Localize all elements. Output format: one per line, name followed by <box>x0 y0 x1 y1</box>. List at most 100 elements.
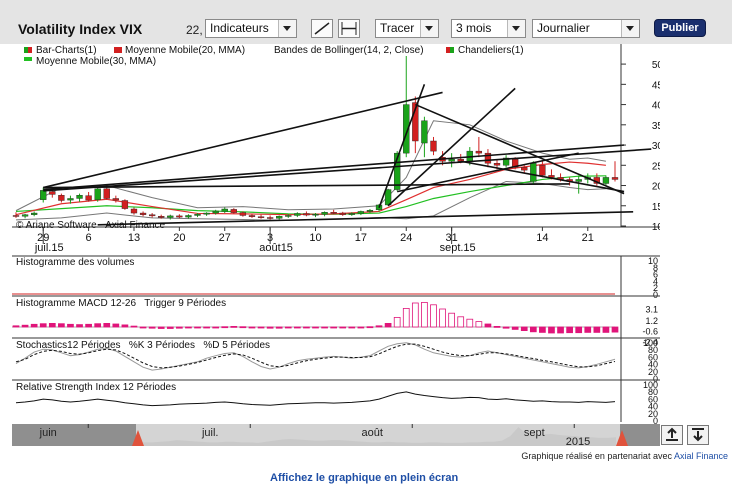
x-tick-label: 17 <box>355 232 367 244</box>
candle-body <box>575 179 582 182</box>
candle-body <box>12 215 20 217</box>
legend-swatch-mma20 <box>114 47 122 53</box>
footer-link[interactable]: Axial Finance <box>674 451 728 461</box>
candle-body <box>421 120 428 144</box>
macd-bar <box>284 326 292 329</box>
candle-body <box>194 214 201 216</box>
page-title: Volatility Index VIX <box>18 21 143 37</box>
x-tick-label: 24 <box>400 232 412 244</box>
candle-body <box>158 216 165 218</box>
time-navigator[interactable]: juin juil. août sept 2015 <box>12 424 660 448</box>
macd-bar <box>176 326 183 329</box>
zoom-in-button[interactable] <box>661 425 683 445</box>
period-select[interactable]: 3 mois <box>451 19 526 38</box>
macd-bar <box>330 326 338 329</box>
macd-bar <box>393 316 401 328</box>
candle-body <box>112 198 119 201</box>
horizontal-line-tool-button[interactable] <box>338 19 360 38</box>
macd-bar <box>257 326 265 329</box>
indicators-dropdown[interactable]: Indicateurs <box>205 19 297 38</box>
macd-bar <box>511 326 519 330</box>
macd-bar <box>457 316 465 328</box>
chevron-down-icon <box>507 20 525 37</box>
candle-body <box>221 208 228 212</box>
candle-body <box>321 212 328 215</box>
interval-select[interactable]: Journalier <box>532 19 640 38</box>
candle-body <box>85 195 92 201</box>
candle-body <box>176 215 183 218</box>
macd-bar <box>203 326 210 329</box>
macd-bar <box>166 326 174 329</box>
macd-bar <box>139 326 147 329</box>
draw-dropdown[interactable]: Tracer <box>375 19 439 38</box>
macd-bar <box>21 324 29 328</box>
candle-body <box>239 212 247 216</box>
macd-bar <box>239 326 247 329</box>
candle-body <box>40 190 47 200</box>
candle-body <box>384 189 392 206</box>
candle-body <box>203 212 210 215</box>
macd-bar <box>411 302 419 328</box>
macd-bar <box>94 323 102 328</box>
macd-bar <box>475 321 483 328</box>
candle-body <box>285 215 292 217</box>
x-tick-label: 10 <box>309 232 321 244</box>
y-tick-label: 45 <box>652 80 660 91</box>
navigator-chart[interactable]: juin juil. août sept 2015 <box>12 424 660 448</box>
macd-bar <box>375 325 383 328</box>
macd-bar <box>293 326 301 329</box>
candle-body <box>103 188 110 199</box>
candle-body <box>330 212 337 214</box>
candle-body <box>230 209 237 213</box>
macd-bar <box>502 326 510 329</box>
fullscreen-link[interactable]: Affichez le graphique en plein écran <box>270 472 458 484</box>
candle-body <box>76 195 83 199</box>
trendline-tool-button[interactable] <box>311 19 333 38</box>
macd-bar <box>103 322 111 328</box>
y-tick-label: 20 <box>652 182 660 193</box>
publish-button[interactable]: Publier <box>654 19 706 37</box>
macd-bar <box>148 326 156 329</box>
navigator-month-label: juin <box>39 427 57 439</box>
candle-body <box>521 167 528 171</box>
legend-candles: Chandeliers(1) <box>458 45 524 56</box>
macd-bar <box>593 326 601 333</box>
macd-bar <box>58 323 65 328</box>
candle-body <box>94 188 101 200</box>
rsi-line <box>15 391 616 407</box>
legend-swatch-bar-red <box>28 47 32 53</box>
candle-body <box>276 216 283 219</box>
candle-body <box>185 215 192 218</box>
macd-bar <box>221 326 229 329</box>
macd-bar <box>439 308 446 328</box>
candle-body <box>339 212 346 215</box>
zoom-out-button[interactable] <box>687 425 709 445</box>
macd-bar <box>421 301 428 328</box>
macd-bar <box>185 326 192 329</box>
candle-body <box>430 140 437 152</box>
candle-body <box>139 212 147 215</box>
macd-bar <box>48 322 56 328</box>
y-tick-label: 40 <box>652 101 660 112</box>
candle-body <box>266 217 274 219</box>
footer-text: Graphique réalisé en partenariat avec <box>521 451 672 461</box>
y-tick-label: 35 <box>652 121 660 132</box>
y-tick-label: 15 <box>652 202 660 213</box>
y-tick-label: 30 <box>652 141 660 152</box>
candle-body <box>130 208 138 214</box>
candle-body <box>602 177 610 184</box>
macd-bar <box>321 326 328 329</box>
macd-bar <box>448 312 455 328</box>
macd-bar <box>12 325 20 328</box>
month-label: juil.15 <box>34 242 64 254</box>
x-tick-label: 21 <box>582 232 594 244</box>
macd-bar <box>557 326 564 334</box>
macd-bar <box>30 323 38 328</box>
macd-bar <box>67 323 74 328</box>
x-tick-label: 27 <box>219 232 231 244</box>
macd-bar <box>76 324 83 328</box>
stock-chart[interactable]: 504540353025201510 296132027310172431142… <box>12 44 663 426</box>
macd-bar <box>366 326 374 329</box>
macd-bar <box>611 326 619 333</box>
macd-bar <box>384 322 392 328</box>
